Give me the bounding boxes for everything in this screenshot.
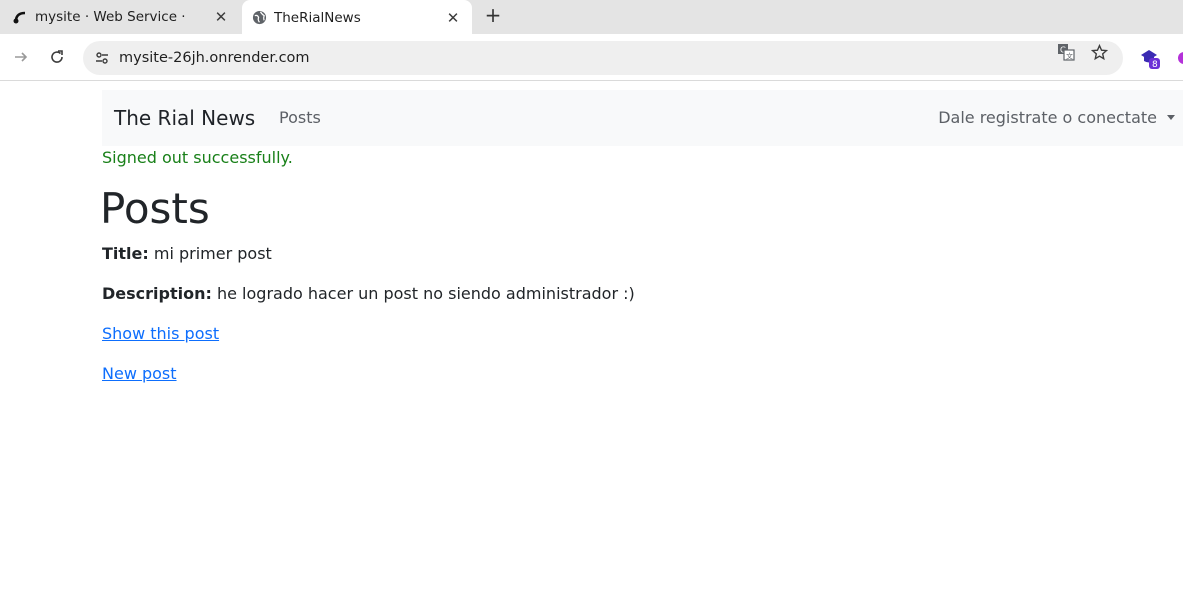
url-text: mysite-26jh.onrender.com bbox=[119, 50, 310, 66]
caret-down-icon bbox=[1167, 115, 1175, 120]
tab-title: mysite · Web Service · bbox=[35, 9, 186, 25]
tab-strip: mysite · Web Service · ✕ TheRialNews ✕ + bbox=[0, 0, 1183, 35]
address-bar[interactable]: mysite-26jh.onrender.com bbox=[83, 41, 1123, 75]
tab-title: TheRialNews bbox=[274, 9, 361, 26]
tab-therialnews[interactable]: TheRialNews ✕ bbox=[242, 0, 472, 35]
close-icon[interactable]: ✕ bbox=[444, 9, 462, 27]
site-navbar: The Rial News Posts Dale registrate o co… bbox=[102, 90, 1183, 146]
bookmark-star-icon[interactable] bbox=[1089, 42, 1109, 62]
svg-text:文: 文 bbox=[1066, 52, 1073, 61]
show-post-link[interactable]: Show this post bbox=[102, 324, 219, 343]
post-title-field: Title: mi primer post bbox=[102, 244, 272, 263]
new-tab-plus-icon[interactable]: + bbox=[482, 3, 504, 27]
page-title: Posts bbox=[100, 184, 210, 233]
navbar-brand[interactable]: The Rial News bbox=[114, 106, 255, 130]
new-post-link[interactable]: New post bbox=[102, 364, 177, 383]
tab-mysite[interactable]: mysite · Web Service · ✕ bbox=[0, 0, 240, 34]
close-icon[interactable]: ✕ bbox=[212, 8, 230, 26]
extension-icon[interactable]: 8 bbox=[1139, 47, 1161, 70]
account-dropdown-label: Dale registrate o conectate bbox=[938, 108, 1157, 127]
reload-icon[interactable] bbox=[46, 46, 68, 68]
flash-notice: Signed out successfully. bbox=[102, 148, 293, 167]
forward-arrow-icon[interactable] bbox=[10, 46, 32, 68]
post-description-field: Description: he logrado hacer un post no… bbox=[102, 284, 635, 303]
extension-badge: 8 bbox=[1152, 60, 1158, 70]
post-description-label: Description: bbox=[102, 284, 212, 303]
browser-toolbar: mysite-26jh.onrender.com G文 8 bbox=[0, 34, 1183, 81]
post-title-label: Title: bbox=[102, 244, 149, 263]
render-logo-icon bbox=[12, 9, 28, 25]
account-dropdown[interactable]: Dale registrate o conectate bbox=[938, 108, 1175, 127]
post-title-value: mi primer post bbox=[153, 244, 272, 263]
translate-icon[interactable]: G文 bbox=[1056, 42, 1076, 62]
profile-icon[interactable] bbox=[1175, 47, 1183, 69]
globe-icon bbox=[251, 10, 267, 26]
site-settings-icon[interactable] bbox=[91, 47, 113, 69]
nav-link-posts[interactable]: Posts bbox=[279, 108, 321, 127]
post-description-value: he logrado hacer un post no siendo admin… bbox=[216, 284, 635, 303]
